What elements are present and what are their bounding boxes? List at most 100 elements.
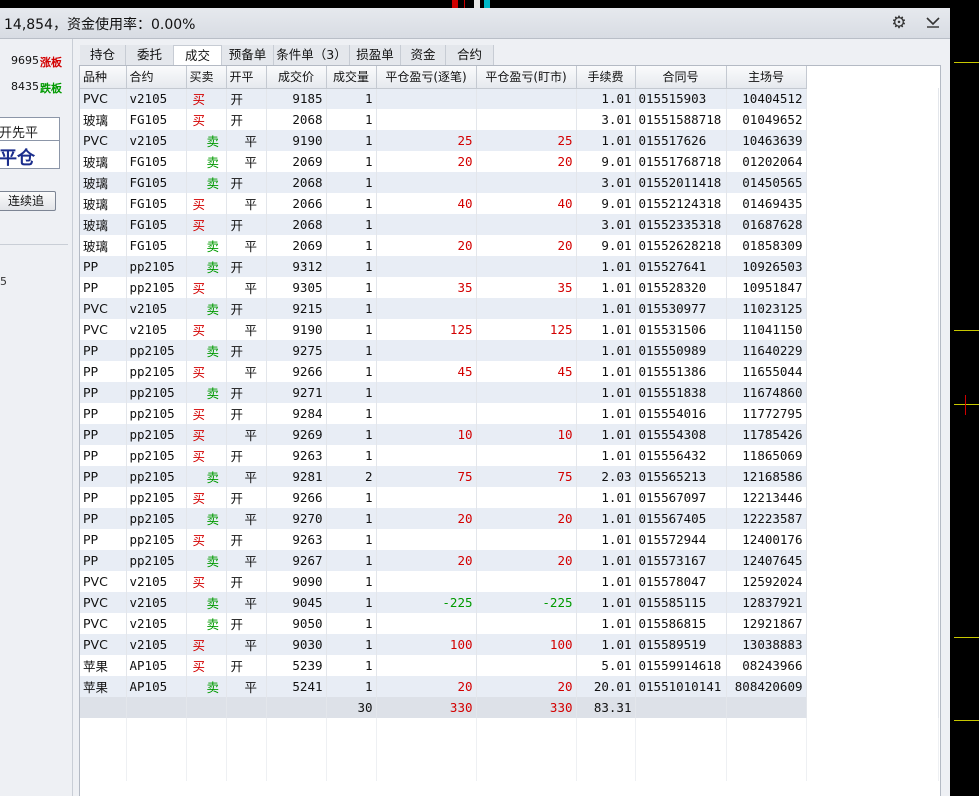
gear-icon[interactable]: ⚙ (889, 13, 909, 33)
cell-open-close: 开 (226, 298, 267, 319)
cell-pnl-mark-to-market: 20 (476, 235, 577, 256)
table-row[interactable]: PP pp2105 买开 9263 1 1.01 015572944 12400176 (80, 529, 939, 550)
cell-order-number: 015586815 (635, 613, 727, 634)
cell-quantity: 1 (326, 676, 377, 697)
tab-3[interactable]: 预备单 (222, 45, 274, 65)
row-filler (806, 529, 939, 550)
cell-fee: 9.01 (576, 193, 636, 214)
chart-line (954, 637, 979, 638)
close-mode-line1: 开先平 (0, 126, 39, 141)
chart-line (954, 62, 979, 63)
order-entry-panel: 9695 涨板 8435 跌板 开先平 平仓 连续追 5 (0, 39, 73, 796)
table-row[interactable]: PP pp2105 卖平 9267 1 20 20 1.01 015573167 12407645 (80, 550, 939, 571)
cell-side: 卖 (186, 130, 227, 151)
cell-contract: v2105 (126, 298, 187, 319)
table-row[interactable]: PP pp2105 卖开 9275 1 1.01 015550989 11640229 (80, 340, 939, 361)
table-row[interactable]: 玻璃 FG105 买开 2068 1 3.01 01551588718 01049652 (80, 109, 939, 130)
tab-2[interactable]: 成交 (174, 45, 222, 66)
table-row[interactable]: PP pp2105 买平 9266 1 45 45 1.01 015551386 11655044 (80, 361, 939, 382)
table-row[interactable]: PP pp2105 买平 9269 1 10 10 1.01 015554308 11785426 (80, 424, 939, 445)
close-mode-button[interactable]: 开先平 平仓 (0, 117, 60, 169)
row-filler (806, 424, 939, 445)
cell-product: 玻璃 (80, 172, 127, 193)
cell-open-close: 平 (226, 361, 267, 382)
table-row[interactable]: PP pp2105 卖开 9271 1 1.01 015551838 11674860 (80, 382, 939, 403)
column-header[interactable]: 手续费 (576, 66, 636, 89)
cell-open-close: 平 (226, 151, 267, 172)
cell-product: PVC (80, 613, 127, 634)
table-row[interactable]: PP pp2105 卖开 9312 1 1.01 015527641 10926503 (80, 256, 939, 277)
trades-table: 品种 合约 买卖 开平 成交价 成交量 平仓盈亏(逐笔) 平仓盈亏(盯市) 手续费 合同号 主场号 … (80, 66, 939, 781)
tab-5[interactable]: 损盈单 (350, 45, 401, 65)
empty-cell (806, 739, 939, 760)
limit-down-price: 8435 (11, 80, 39, 93)
cell-exchange-number: 11041150 (726, 319, 807, 340)
column-header[interactable]: 开平 (226, 66, 267, 89)
tab-6[interactable]: 资金 (401, 45, 446, 65)
cell-contract: v2105 (126, 88, 187, 109)
column-header[interactable]: 成交量 (326, 66, 377, 89)
column-header[interactable]: 成交价 (266, 66, 327, 89)
column-header[interactable]: 买卖 (186, 66, 227, 89)
table-row[interactable]: PP pp2105 卖平 9281 2 75 75 2.03 015565213 12168586 (80, 466, 939, 487)
table-row[interactable]: PVC v2105 买平 9030 1 100 100 1.01 015589519 130388… (80, 634, 939, 655)
cell-order-number: 015554308 (635, 424, 727, 445)
tab-0[interactable]: 持仓 (80, 45, 126, 65)
cell-pnl-by-trade: 20 (376, 151, 477, 172)
cell-contract: pp2105 (126, 466, 187, 487)
table-row[interactable]: 苹果 AP105 卖平 5241 1 20 20 20.01 01551010141 808420… (80, 676, 939, 697)
cell-exchange-number: 01450565 (726, 172, 807, 193)
cell-price: 9263 (266, 445, 327, 466)
column-header[interactable]: 主场号 (726, 66, 807, 89)
table-row[interactable]: PVC v2105 买平 9190 1 125 125 1.01 015531506 110411… (80, 319, 939, 340)
row-filler (806, 256, 939, 277)
table-row[interactable]: 玻璃 FG105 买平 2066 1 40 40 9.01 01552124318 0146943… (80, 193, 939, 214)
table-row[interactable]: PVC v2105 卖开 9050 1 1.01 015586815 12921867 (80, 613, 939, 634)
cell-quantity: 1 (326, 88, 377, 109)
table-row[interactable]: PVC v2105 卖开 9215 1 1.01 015530977 11023125 (80, 298, 939, 319)
cell-order-number: 01559914618 (635, 655, 727, 676)
chevron-down-icon[interactable] (923, 13, 943, 33)
cell-side: 买 (186, 655, 227, 676)
cell-contract: pp2105 (126, 529, 187, 550)
cell-open-close: 开 (226, 655, 267, 676)
table-row[interactable]: PP pp2105 卖平 9270 1 20 20 1.01 015567405 12223587 (80, 508, 939, 529)
cell-exchange-number: 808420609 (726, 676, 807, 697)
column-header[interactable]: 平仓盈亏(盯市) (476, 66, 577, 89)
table-row[interactable]: 玻璃 FG105 卖平 2069 1 20 20 9.01 01552628218 0185830… (80, 235, 939, 256)
cell-side: 买 (186, 529, 227, 550)
table-row[interactable]: PVC v2105 卖平 9190 1 25 25 1.01 015517626 10463639 (80, 130, 939, 151)
table-row[interactable]: 玻璃 FG105 卖开 2068 1 3.01 01552011418 01450565 (80, 172, 939, 193)
table-row[interactable]: PP pp2105 买开 9263 1 1.01 015556432 11865069 (80, 445, 939, 466)
empty-cell (126, 739, 187, 760)
cell-product: PP (80, 529, 127, 550)
table-row[interactable]: PVC v2105 买开 9185 1 1.01 015515903 10404512 (80, 88, 939, 109)
table-row[interactable]: PP pp2105 买开 9284 1 1.01 015554016 11772795 (80, 403, 939, 424)
empty-cell (186, 739, 227, 760)
cell-fee: 1.01 (576, 571, 636, 592)
chase-button[interactable]: 连续追 (0, 191, 56, 211)
row-filler (806, 487, 939, 508)
row-filler (806, 130, 939, 151)
column-header[interactable]: 品种 (80, 66, 127, 89)
cell-product: PP (80, 277, 127, 298)
table-row[interactable]: PP pp2105 买开 9266 1 1.01 015567097 12213446 (80, 487, 939, 508)
cell-fee: 1.01 (576, 382, 636, 403)
table-row[interactable]: 玻璃 FG105 卖平 2069 1 20 20 9.01 01551768718 0120206… (80, 151, 939, 172)
table-row[interactable]: 玻璃 FG105 买开 2068 1 3.01 01552335318 01687628 (80, 214, 939, 235)
table-row[interactable]: PP pp2105 买平 9305 1 35 35 1.01 015528320 10951847 (80, 277, 939, 298)
tab-1[interactable]: 委托 (126, 45, 174, 65)
table-row[interactable]: 苹果 AP105 买开 5239 1 5.01 01559914618 08243966 (80, 655, 939, 676)
cell-product: 苹果 (80, 655, 127, 676)
tab-4[interactable]: 条件单（3） (274, 45, 350, 65)
tab-7[interactable]: 合约 (446, 45, 494, 65)
cell-product: 玻璃 (80, 109, 127, 130)
cell-side: 卖 (186, 256, 227, 277)
column-header[interactable]: 平仓盈亏(逐笔) (376, 66, 477, 89)
cell-fee: 3.01 (576, 109, 636, 130)
column-header[interactable]: 合同号 (635, 66, 727, 89)
cell-contract: AP105 (126, 655, 187, 676)
column-header[interactable]: 合约 (126, 66, 187, 89)
table-row[interactable]: PVC v2105 买开 9090 1 1.01 015578047 12592024 (80, 571, 939, 592)
table-row[interactable]: PVC v2105 卖平 9045 1 -225 -225 1.01 015585115 1283… (80, 592, 939, 613)
